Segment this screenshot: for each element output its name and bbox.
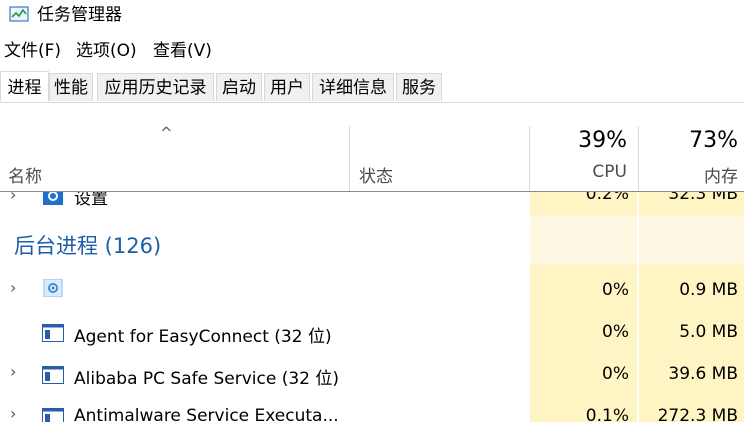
cpu-value: 0% bbox=[602, 364, 629, 384]
menu-options[interactable]: 选项(O) bbox=[76, 38, 137, 64]
tab-users[interactable]: 用户 bbox=[264, 73, 310, 101]
column-memory[interactable]: 内存 bbox=[704, 162, 738, 187]
memory-value: 0.9 MB bbox=[679, 280, 738, 300]
window-app-icon bbox=[42, 366, 64, 384]
process-list[interactable]: › 设置 0.2% 32.3 MB 后台进程 (126) › 0% 0.9 MB… bbox=[0, 192, 744, 422]
tab-services[interactable]: 服务 bbox=[396, 73, 442, 101]
process-name: 设置 bbox=[74, 192, 108, 209]
sort-up-icon: ^ bbox=[160, 124, 173, 142]
process-name: Agent for EasyConnect (32 位) bbox=[74, 327, 332, 347]
table-row[interactable]: › 设置 0.2% 32.3 MB bbox=[0, 192, 744, 216]
chevron-right-icon[interactable]: › bbox=[10, 278, 16, 297]
menu-bar: 文件(F) 选项(O) 查看(V) bbox=[0, 38, 744, 64]
memory-total-percent[interactable]: 73% bbox=[689, 128, 738, 153]
settings-icon bbox=[43, 192, 63, 205]
cpu-value: 0.2% bbox=[585, 192, 629, 204]
tab-details[interactable]: 详细信息 bbox=[312, 73, 394, 101]
process-name: Alibaba PC Safe Service (32 位) bbox=[74, 369, 340, 389]
tab-startup[interactable]: 启动 bbox=[216, 73, 262, 101]
task-manager-icon bbox=[9, 6, 29, 22]
process-name: Antimalware Service Executa... bbox=[74, 406, 339, 422]
column-divider[interactable] bbox=[638, 126, 639, 191]
gear-icon bbox=[43, 279, 63, 297]
tab-strip: 进程 性能 应用历史记录 启动 用户 详细信息 服务 bbox=[0, 71, 744, 103]
column-header: ^ 名称 状态 39% CPU 73% 内存 bbox=[0, 124, 744, 192]
table-row[interactable]: › Alibaba PC Safe Service (32 位) 0% 39.6… bbox=[0, 354, 744, 396]
window-app-icon bbox=[42, 324, 64, 342]
cpu-value: 0% bbox=[602, 280, 629, 300]
column-divider[interactable] bbox=[529, 126, 530, 191]
chevron-right-icon[interactable]: › bbox=[10, 192, 16, 204]
group-header: 后台进程 (126) bbox=[0, 222, 744, 264]
window-title: 任务管理器 bbox=[37, 5, 122, 25]
memory-value: 39.6 MB bbox=[668, 364, 738, 384]
column-cpu[interactable]: CPU bbox=[592, 162, 627, 182]
table-row[interactable]: Agent for EasyConnect (32 位) 0% 5.0 MB bbox=[0, 312, 744, 354]
memory-value: 272.3 MB bbox=[657, 406, 738, 422]
column-name[interactable]: 名称 bbox=[8, 162, 42, 187]
table-row[interactable]: › Antimalware Service Executa... 0.1% 27… bbox=[0, 396, 744, 422]
menu-file[interactable]: 文件(F) bbox=[4, 38, 61, 64]
title-bar: 任务管理器 bbox=[0, 0, 744, 32]
cpu-value: 0.1% bbox=[585, 406, 629, 422]
chevron-right-icon[interactable]: › bbox=[10, 362, 16, 381]
tab-app-history[interactable]: 应用历史记录 bbox=[97, 73, 214, 101]
column-divider[interactable] bbox=[349, 126, 350, 191]
column-status[interactable]: 状态 bbox=[359, 162, 393, 187]
tab-processes[interactable]: 进程 bbox=[0, 71, 49, 101]
window-app-icon bbox=[42, 408, 64, 422]
chevron-right-icon[interactable]: › bbox=[10, 404, 16, 422]
memory-value: 5.0 MB bbox=[679, 322, 738, 342]
cpu-total-percent[interactable]: 39% bbox=[578, 128, 627, 153]
menu-view[interactable]: 查看(V) bbox=[153, 38, 212, 64]
cpu-value: 0% bbox=[602, 322, 629, 342]
memory-value: 32.3 MB bbox=[668, 192, 738, 204]
tab-performance[interactable]: 性能 bbox=[49, 73, 93, 101]
table-row[interactable]: › 0% 0.9 MB bbox=[0, 270, 744, 312]
group-title: 后台进程 (126) bbox=[14, 234, 162, 258]
